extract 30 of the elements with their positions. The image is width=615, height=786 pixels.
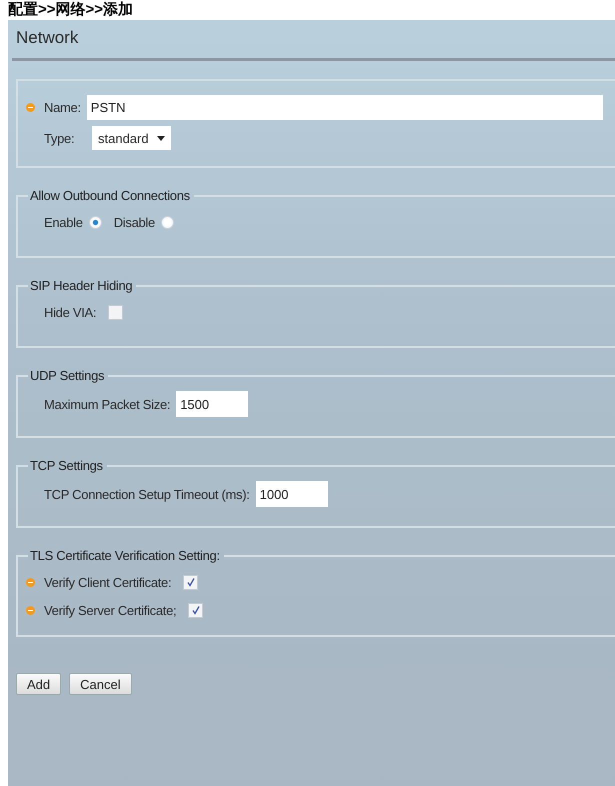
input-field[interactable]: 1500 <box>176 391 248 417</box>
section-legend: UDP Settings <box>28 368 108 383</box>
caret-icon <box>156 136 165 140</box>
radio-label: Disable <box>114 214 155 230</box>
field-label: TCP Connection Setup Timeout (ms): <box>44 486 250 502</box>
type-dropdown[interactable]: standard <box>92 126 171 150</box>
section-legend: TLS Certificate Verification Setting: <box>28 548 224 563</box>
checkmark-icon <box>190 605 201 615</box>
radio-label: Enable <box>44 214 83 230</box>
add-button[interactable]: Add <box>16 673 62 695</box>
radio-button[interactable] <box>160 216 174 228</box>
checkbox-label: Verify Server Certificate; <box>44 602 176 618</box>
input-field[interactable]: PSTN <box>86 95 603 120</box>
cancel-button[interactable]: Cancel <box>69 673 132 695</box>
input-field[interactable]: 1000 <box>256 481 328 507</box>
checkbox-label: Hide VIA: <box>44 304 96 320</box>
checkbox[interactable] <box>183 574 198 590</box>
field-label: Type: <box>44 130 76 146</box>
breadcrumb: 配置>>网络>>添加 <box>7 0 134 20</box>
window-title: Network <box>15 27 78 49</box>
section-legend: SIP Header Hiding <box>28 278 136 293</box>
checkmark-icon <box>186 577 196 587</box>
radio-button[interactable] <box>88 216 102 228</box>
section-legend: TCP Settings <box>28 458 107 473</box>
field-label: Maximum Packet Size: <box>44 396 170 412</box>
checkbox[interactable] <box>108 304 124 320</box>
field-label: Name: <box>44 100 81 115</box>
checkbox[interactable] <box>188 602 204 618</box>
checkbox-label: Verify Client Certificate: <box>44 574 172 590</box>
section-legend: Allow Outbound Connections <box>28 188 194 203</box>
